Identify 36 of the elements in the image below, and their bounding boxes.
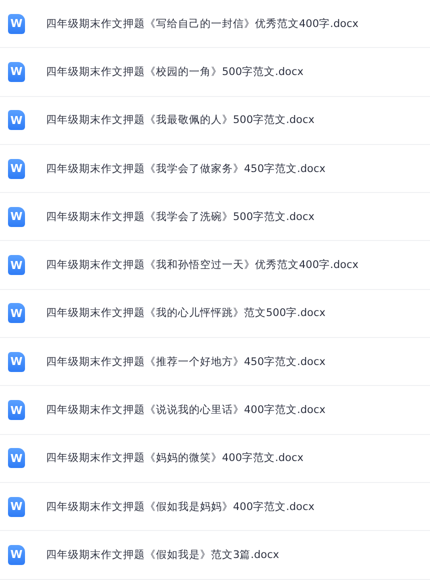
file-name: 四年级期末作文押题《校园的一角》500字范文.docx [46, 64, 304, 79]
document-icon: W [8, 206, 25, 227]
file-name: 四年级期末作文押题《我学会了做家务》450字范文.docx [46, 162, 326, 176]
document-icon: W [8, 110, 25, 130]
file-name: 四年级期末作文押题《说说我的心里话》400字范文.docx [46, 403, 326, 418]
file-row[interactable]: W 四年级期末作文押题《我最敬佩的人》500字范文.docx [0, 96, 430, 145]
file-row[interactable]: W 四年级期末作文押题《我学会了洗碗》500字范文.docx [0, 193, 430, 242]
document-icon: W [8, 400, 25, 420]
file-row[interactable]: W 四年级期末作文押题《推荐一个好地方》450字范文.docx [0, 338, 430, 386]
file-row[interactable]: W 四年级期末作文押题《我的心儿怦怦跳》范文500字.docx [0, 290, 430, 338]
document-icon: W [8, 62, 25, 82]
file-row[interactable]: W 四年级期末作文押题《假如我是》范文3篇.docx [0, 531, 430, 580]
document-icon: W [8, 496, 25, 517]
file-name: 四年级期末作文押题《我的心儿怦怦跳》范文500字.docx [46, 306, 326, 320]
file-row[interactable]: W 四年级期末作文押题《说说我的心里话》400字范文.docx [0, 386, 430, 435]
document-icon: W [8, 544, 25, 565]
file-name: 四年级期末作文押题《我和孙悟空过一天》优秀范文400字.docx [46, 258, 358, 272]
document-icon: W [8, 352, 25, 372]
file-name: 四年级期末作文押题《我最敬佩的人》500字范文.docx [46, 113, 314, 128]
document-icon: W [8, 255, 25, 276]
document-icon: W [8, 448, 25, 468]
file-row[interactable]: W 四年级期末作文押题《我和孙悟空过一天》优秀范文400字.docx [0, 241, 430, 290]
document-icon: W [8, 14, 25, 34]
file-name: 四年级期末作文押题《妈妈的微笑》400字范文.docx [46, 451, 304, 466]
file-name: 四年级期末作文押题《假如我是妈妈》400字范文.docx [46, 500, 314, 514]
file-row[interactable]: W 四年级期末作文押题《假如我是妈妈》400字范文.docx [0, 482, 430, 532]
file-name: 四年级期末作文押题《假如我是》范文3篇.docx [46, 548, 280, 562]
file-row[interactable]: W 四年级期末作文押题《我学会了做家务》450字范文.docx [0, 144, 430, 194]
file-name: 四年级期末作文押题《写给自己的一封信》优秀范文400字.docx [46, 16, 358, 31]
file-row[interactable]: W 四年级期末作文押题《校园的一角》500字范文.docx [0, 48, 430, 97]
document-icon: W [8, 303, 25, 324]
document-icon: W [8, 158, 25, 179]
file-name: 四年级期末作文押题《我学会了洗碗》500字范文.docx [46, 210, 314, 224]
file-row[interactable]: W 四年级期末作文押题《写给自己的一封信》优秀范文400字.docx [0, 0, 430, 48]
file-name: 四年级期末作文押题《推荐一个好地方》450字范文.docx [46, 354, 326, 369]
file-row[interactable]: W 四年级期末作文押题《妈妈的微笑》400字范文.docx [0, 434, 430, 483]
